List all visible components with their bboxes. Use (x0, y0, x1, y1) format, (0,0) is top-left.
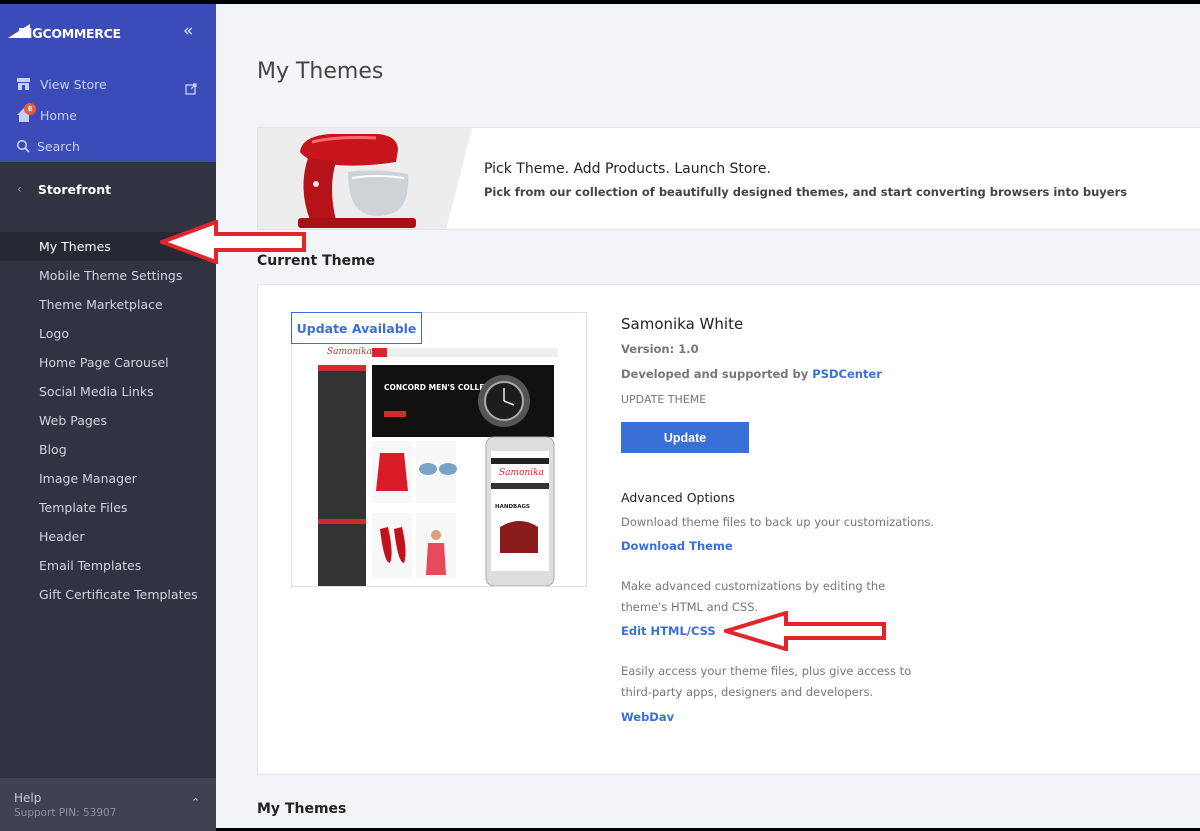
current-theme-card: Samonika CONCORD MEN'S COLLECTION Samoni… (257, 284, 1200, 775)
sidebar-item-email-templates[interactable]: Email Templates (0, 551, 216, 580)
search-icon (16, 138, 30, 154)
edit-html-css-link[interactable]: Edit HTML/CSS (621, 624, 716, 638)
notification-badge: 6 (24, 103, 36, 115)
sidebar-item-web-pages[interactable]: Web Pages (0, 406, 216, 435)
section-title: Storefront (37, 181, 112, 197)
download-description: Download theme files to back up your cus… (621, 515, 935, 529)
view-store-label: View Store (40, 76, 107, 92)
sidebar-item-theme-marketplace[interactable]: Theme Marketplace (0, 290, 216, 319)
my-themes-heading: My Themes (257, 801, 347, 817)
download-theme-link[interactable]: Download Theme (621, 539, 733, 553)
collapse-sidebar-icon[interactable]: « (183, 23, 193, 40)
search-label: Search (37, 138, 80, 154)
chevron-left-icon: ‹ (17, 182, 22, 196)
developer-link[interactable]: PSDCenter (812, 367, 882, 381)
help-panel[interactable]: Help Support PIN: 53907 ⌃ (0, 778, 216, 831)
store-icon (16, 76, 32, 92)
storefront-section-header[interactable]: ‹ Storefront (17, 180, 111, 198)
external-link-icon[interactable] (185, 80, 197, 95)
logo-prefix: BIG (18, 27, 43, 42)
bigcommerce-logo[interactable]: BIGCOMMERCE (8, 21, 121, 45)
view-store-link[interactable]: View Store (16, 73, 107, 95)
annotation-arrow-edit-html (724, 611, 886, 651)
sidebar-item-template-files[interactable]: Template Files (0, 493, 216, 522)
preview-brand: Samonika (327, 347, 372, 357)
sidebar-item-home-page-carousel[interactable]: Home Page Carousel (0, 348, 216, 377)
theme-developer: Developed and supported by PSDCenter (621, 367, 882, 381)
sidebar-item-blog[interactable]: Blog (0, 435, 216, 464)
page-title: My Themes (257, 59, 384, 84)
sidebar-item-mobile-theme-settings[interactable]: Mobile Theme Settings (0, 261, 216, 290)
preview-mobile-label: HANDBAGS (495, 504, 530, 510)
update-button[interactable]: Update (621, 422, 749, 453)
storefront-nav: My Themes Mobile Theme Settings Theme Ma… (0, 232, 216, 609)
main-content: My Themes Pick Theme. Add Products. Laun… (216, 4, 1200, 828)
help-title: Help (14, 791, 42, 805)
developer-prefix: Developed and supported by (621, 367, 813, 381)
home-link[interactable]: 6 Home (16, 103, 77, 126)
promo-banner: Pick Theme. Add Products. Launch Store. … (257, 127, 1200, 230)
stand-mixer-image (258, 128, 472, 229)
update-theme-label: UPDATE THEME (621, 393, 707, 406)
theme-version: Version: 1.0 (621, 342, 699, 356)
advanced-options-title: Advanced Options (621, 490, 735, 505)
home-icon: 6 (16, 103, 36, 123)
sidebar-item-image-manager[interactable]: Image Manager (0, 464, 216, 493)
sidebar-item-social-media-links[interactable]: Social Media Links (0, 377, 216, 406)
update-available-badge[interactable]: Update Available (291, 312, 422, 344)
theme-preview-image: Samonika CONCORD MEN'S COLLECTION Samoni… (291, 312, 587, 587)
sidebar-item-logo[interactable]: Logo (0, 319, 216, 348)
sidebar-item-header[interactable]: Header (0, 522, 216, 551)
home-label: Home (40, 107, 77, 123)
theme-name: Samonika White (621, 315, 744, 333)
search-link[interactable]: Search (16, 135, 80, 157)
banner-subheading: Pick from our collection of beautifully … (484, 185, 1128, 199)
sidebar-header: BIGCOMMERCE « View Store 6 Home Search (0, 4, 216, 162)
sidebar-item-gift-certificate-templates[interactable]: Gift Certificate Templates (0, 580, 216, 609)
banner-heading: Pick Theme. Add Products. Launch Store. (484, 161, 771, 177)
webdav-link[interactable]: WebDav (621, 710, 674, 724)
webdav-description: Easily access your theme files, plus giv… (621, 664, 912, 699)
sidebar: BIGCOMMERCE « View Store 6 Home Search ‹… (0, 4, 216, 831)
annotation-arrow-my-themes (160, 220, 306, 264)
chevron-up-icon: ⌃ (191, 796, 201, 809)
support-pin: Support PIN: 53907 (14, 807, 117, 819)
logo-suffix: COMMERCE (42, 26, 121, 41)
preview-mobile-brand: Samonika (499, 468, 544, 478)
